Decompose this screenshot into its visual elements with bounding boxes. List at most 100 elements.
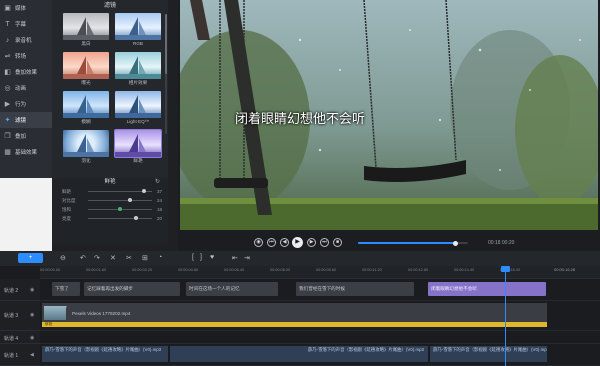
slider-value: 37 — [156, 189, 162, 194]
play-button[interactable]: ▶ — [292, 237, 303, 248]
redo-icon[interactable]: ↷ — [94, 254, 100, 262]
sidebar-item-filters[interactable]: ✦ 滤镜 — [0, 112, 52, 128]
track-header[interactable]: 轨道 3 ◉ — [0, 301, 40, 331]
prev-frame-icon[interactable]: ◀ — [280, 238, 289, 247]
slider-label: 亮度 — [62, 216, 71, 221]
skip-end-icon[interactable]: ⏭ — [320, 238, 329, 247]
track-name: 轨道 1 — [4, 353, 19, 359]
filter-label: 相片效果 — [128, 80, 148, 85]
filter-thumbnail[interactable] — [115, 91, 161, 118]
track-name: 轨道 3 — [4, 313, 19, 319]
add-button[interactable]: + — [18, 253, 43, 263]
ruler-label: 00:00:00.00 — [40, 268, 61, 272]
sidebar-item-overlay[interactable]: ◧ 叠加效果 — [0, 64, 52, 80]
slider-knob[interactable] — [142, 189, 146, 193]
filter-tile[interactable]: 羽化 — [63, 130, 109, 164]
slider-row: 对比度 24 — [52, 196, 168, 205]
snapshot-icon[interactable]: ◉ — [254, 238, 263, 247]
ruler-label: 00:00:09.60 — [316, 268, 337, 272]
filter-tile[interactable]: 黑白 — [63, 13, 109, 47]
track-name: 轨道 4 — [4, 336, 19, 342]
timeline: 00:00:00.00 00:00:01.60 00:00:03.20 00:0… — [0, 266, 600, 366]
audio-clip[interactable]: 薛乃-雪落下的声音（影视剧《延禧攻略》片尾曲）(V0).mp3 — [430, 346, 547, 362]
sidebar-item-animation[interactable]: ◎ 动画 — [0, 80, 52, 96]
sidebar-item-media[interactable]: ▣ 媒体 — [0, 0, 52, 16]
slider-track[interactable] — [88, 218, 152, 219]
filter-tile[interactable]: Light EQ™ — [115, 91, 161, 125]
slider-knob[interactable] — [128, 198, 132, 202]
text-clip[interactable]: 时间在这场一个人的记忆 — [186, 282, 278, 296]
slider-knob[interactable] — [118, 207, 122, 211]
text-clip[interactable]: 我们曾经在雪下的时候 — [296, 282, 414, 296]
text-clip[interactable]: 记忆踩着再出发的脚步 — [84, 282, 180, 296]
marker-in-icon[interactable]: [ — [192, 254, 194, 261]
filter-thumbnail[interactable] — [63, 52, 109, 79]
filter-thumbnail[interactable] — [114, 129, 162, 158]
sidebar-item-recorder[interactable]: ♪ 录音机 — [0, 32, 52, 48]
filter-tile[interactable]: RGB — [115, 13, 161, 47]
filter-tile[interactable]: 鲜艳 — [114, 129, 162, 164]
sidebar-item-basic-effects[interactable]: ▦ 基础效果 — [0, 144, 52, 160]
ruler-label: 00:00:01.60 — [86, 268, 107, 272]
skip-start-icon[interactable]: ⏮ — [267, 238, 276, 247]
filter-thumbnail[interactable] — [63, 91, 109, 118]
fit-icon[interactable]: ⇤ — [232, 254, 238, 262]
sidebar-item-transitions[interactable]: ⇌ 转场 — [0, 48, 52, 64]
marker-out-icon[interactable]: ] — [200, 254, 202, 261]
sidebar-item-behavior[interactable]: ▶ 行为 — [0, 96, 52, 112]
track-header[interactable]: 轨道 1 ◀ — [0, 344, 40, 366]
progress-handle[interactable] — [453, 240, 458, 246]
audio-clip[interactable]: 薛乃-雪落下的声音（影视剧《延禧攻略》片尾曲）(V0).mp3 — [170, 346, 428, 362]
subtitle-overlay[interactable]: 闭着眼睛幻想他不会听 — [180, 108, 420, 127]
favorite-icon[interactable]: ♥ — [210, 254, 214, 261]
slider-knob[interactable] — [134, 216, 138, 220]
text-track: 下雪了 记忆踩着再出发的脚步 时间在这场一个人的记忆 我们曾经在雪下的时候 闭着… — [40, 279, 600, 301]
audio-clip[interactable]: 薛乃-雪落下的声音（影视剧《延禧攻略》片尾曲）(V0).mp3 — [42, 346, 168, 362]
filter-tile[interactable]: 相片效果 — [115, 52, 161, 86]
text-icon: T — [5, 20, 10, 28]
video-frame[interactable]: 闭着眼睛幻想他不会听 — [180, 0, 598, 230]
filter-thumbnail[interactable] — [63, 13, 109, 40]
delete-icon[interactable]: ✕ — [110, 254, 116, 262]
filters-scrollbar[interactable] — [165, 14, 167, 134]
split-icon[interactable]: ✂ — [126, 254, 132, 262]
speed-icon[interactable]: ◔ — [158, 254, 162, 261]
next-frame-icon[interactable]: ▶ — [307, 238, 316, 247]
filter-thumbnail[interactable] — [115, 52, 161, 79]
filter-icon: ✦ — [4, 117, 11, 124]
track-header[interactable]: 轨道 4 ◉ — [0, 331, 40, 344]
slider-label: 鲜艳 — [62, 189, 71, 194]
filter-thumbnail[interactable] — [115, 13, 161, 40]
extend-icon[interactable]: ⇥ — [244, 254, 250, 262]
zoom-out-icon[interactable]: ⊖ — [60, 254, 66, 262]
behavior-icon: ▶ — [4, 101, 11, 108]
slider-track[interactable] — [88, 200, 152, 201]
filter-tile[interactable]: 曝光 — [63, 52, 109, 86]
filter-thumbnail[interactable] — [63, 130, 109, 157]
microphone-icon: ♪ — [5, 36, 10, 44]
video-clip[interactable]: 下雪了 Pexels Videos 1779202.mp4 鲜艳 — [42, 303, 547, 327]
media-icon: ▣ — [4, 5, 11, 12]
playhead[interactable] — [505, 266, 506, 366]
eye-icon[interactable]: ◉ — [30, 287, 34, 293]
time-ruler[interactable]: 00:00:00.00 00:00:01.60 00:00:03.20 00:0… — [40, 266, 600, 279]
eye-icon[interactable]: ◉ — [30, 312, 34, 318]
reset-icon[interactable]: ↻ — [155, 178, 160, 187]
text-clip-selected[interactable]: 闭着眼睛幻想他不会听 — [428, 282, 546, 296]
sidebar-item-text[interactable]: T 字幕 — [0, 16, 52, 32]
playback-progress[interactable] — [358, 240, 468, 246]
crop-icon[interactable]: ⊞ — [142, 254, 148, 262]
ruler-label: 00:00:03.20 — [132, 268, 153, 272]
track-header[interactable]: 轨道 2 ◉ — [0, 279, 40, 301]
speaker-icon[interactable]: ◀ — [30, 352, 34, 358]
eye-icon[interactable]: ◉ — [30, 335, 34, 341]
text-clip[interactable]: 下雪了 — [52, 282, 80, 296]
filter-tile[interactable]: 模糊 — [63, 91, 109, 125]
undo-icon[interactable]: ↶ — [80, 254, 86, 262]
filter-effect-bar[interactable]: 鲜艳 — [42, 322, 547, 327]
audio-track: 薛乃-雪落下的声音（影视剧《延禧攻略》片尾曲）(V0).mp3 薛乃-雪落下的声… — [40, 344, 600, 366]
sidebar: ▣ 媒体 T 字幕 ♪ 录音机 ⇌ 转场 ◧ 叠加效果 ◎ 动画 ▶ 行为 ✦ 滤镜 ❐ 叠加 ▦… — [0, 0, 52, 178]
sidebar-item-stack[interactable]: ❐ 叠加 — [0, 128, 52, 144]
transition-icon: ⇌ — [4, 53, 11, 60]
stop-icon[interactable]: ■ — [333, 238, 342, 247]
